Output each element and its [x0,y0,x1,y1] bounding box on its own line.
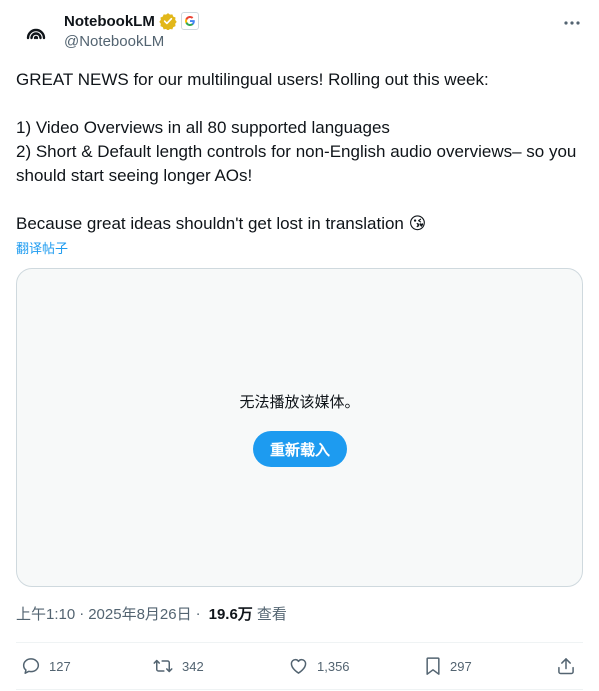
share-button[interactable] [556,654,576,678]
meta-separator: · [79,605,85,622]
post-date[interactable]: 2025年8月26日 [88,603,191,624]
more-dots-icon [564,21,580,25]
meta-separator: · [195,605,201,622]
share-icon [558,658,574,675]
repost-icon [153,659,173,673]
divider [16,689,583,690]
views-label: 查看 [256,606,287,623]
repost-button[interactable]: 342 [152,654,204,678]
bookmark-button[interactable]: 297 [424,654,472,678]
views-count[interactable]: 19.6万 [209,603,253,624]
avatar[interactable] [16,12,56,52]
heart-icon [290,658,307,674]
tweet-text-line: 1) Video Overviews in all 80 supported l… [16,118,390,137]
author-handle[interactable]: @NotebookLM [64,33,199,50]
repost-count: 342 [182,658,204,674]
gold-verified-badge-icon[interactable] [159,12,177,30]
reply-count: 127 [49,658,71,674]
reply-icon [22,658,40,674]
tweet-text: GREAT NEWS for our multilingual users! R… [16,68,583,236]
post-time[interactable]: 上午1:10 [16,603,75,624]
bookmark-icon [426,657,440,675]
bookmark-count: 297 [450,658,472,674]
tweet-text-line: Because great ideas shouldn't get lost i… [16,214,427,233]
author-display-name[interactable]: NotebookLM [64,13,155,30]
google-g-icon[interactable] [180,12,199,30]
tweet-text-line: GREAT NEWS for our multilingual users! R… [16,70,489,89]
reply-button[interactable]: 127 [21,654,71,678]
reload-button[interactable]: 重新载入 [253,431,347,467]
tweet: NotebookLM @NotebookLM GREAT NEWS for ou… [0,0,599,691]
tweet-meta: 上午1:10 · 2025年8月26日 · 19.6万 查看 [16,603,287,624]
tweet-text-line: 2) Short & Default length controls for n… [16,142,577,185]
like-button[interactable]: 1,356 [288,654,350,678]
more-options-button[interactable] [561,12,583,34]
action-bar: 127 342 1,356 297 [0,654,599,678]
media-error-message: 无法播放该媒体。 [239,394,360,411]
like-count: 1,356 [317,658,350,674]
author-block: NotebookLM @NotebookLM [64,11,199,50]
media-container: 无法播放该媒体。 重新载入 [16,268,583,587]
notebooklm-logo-icon [26,28,46,40]
divider [16,642,583,643]
translate-post-link[interactable]: 翻译帖子 [16,238,68,257]
